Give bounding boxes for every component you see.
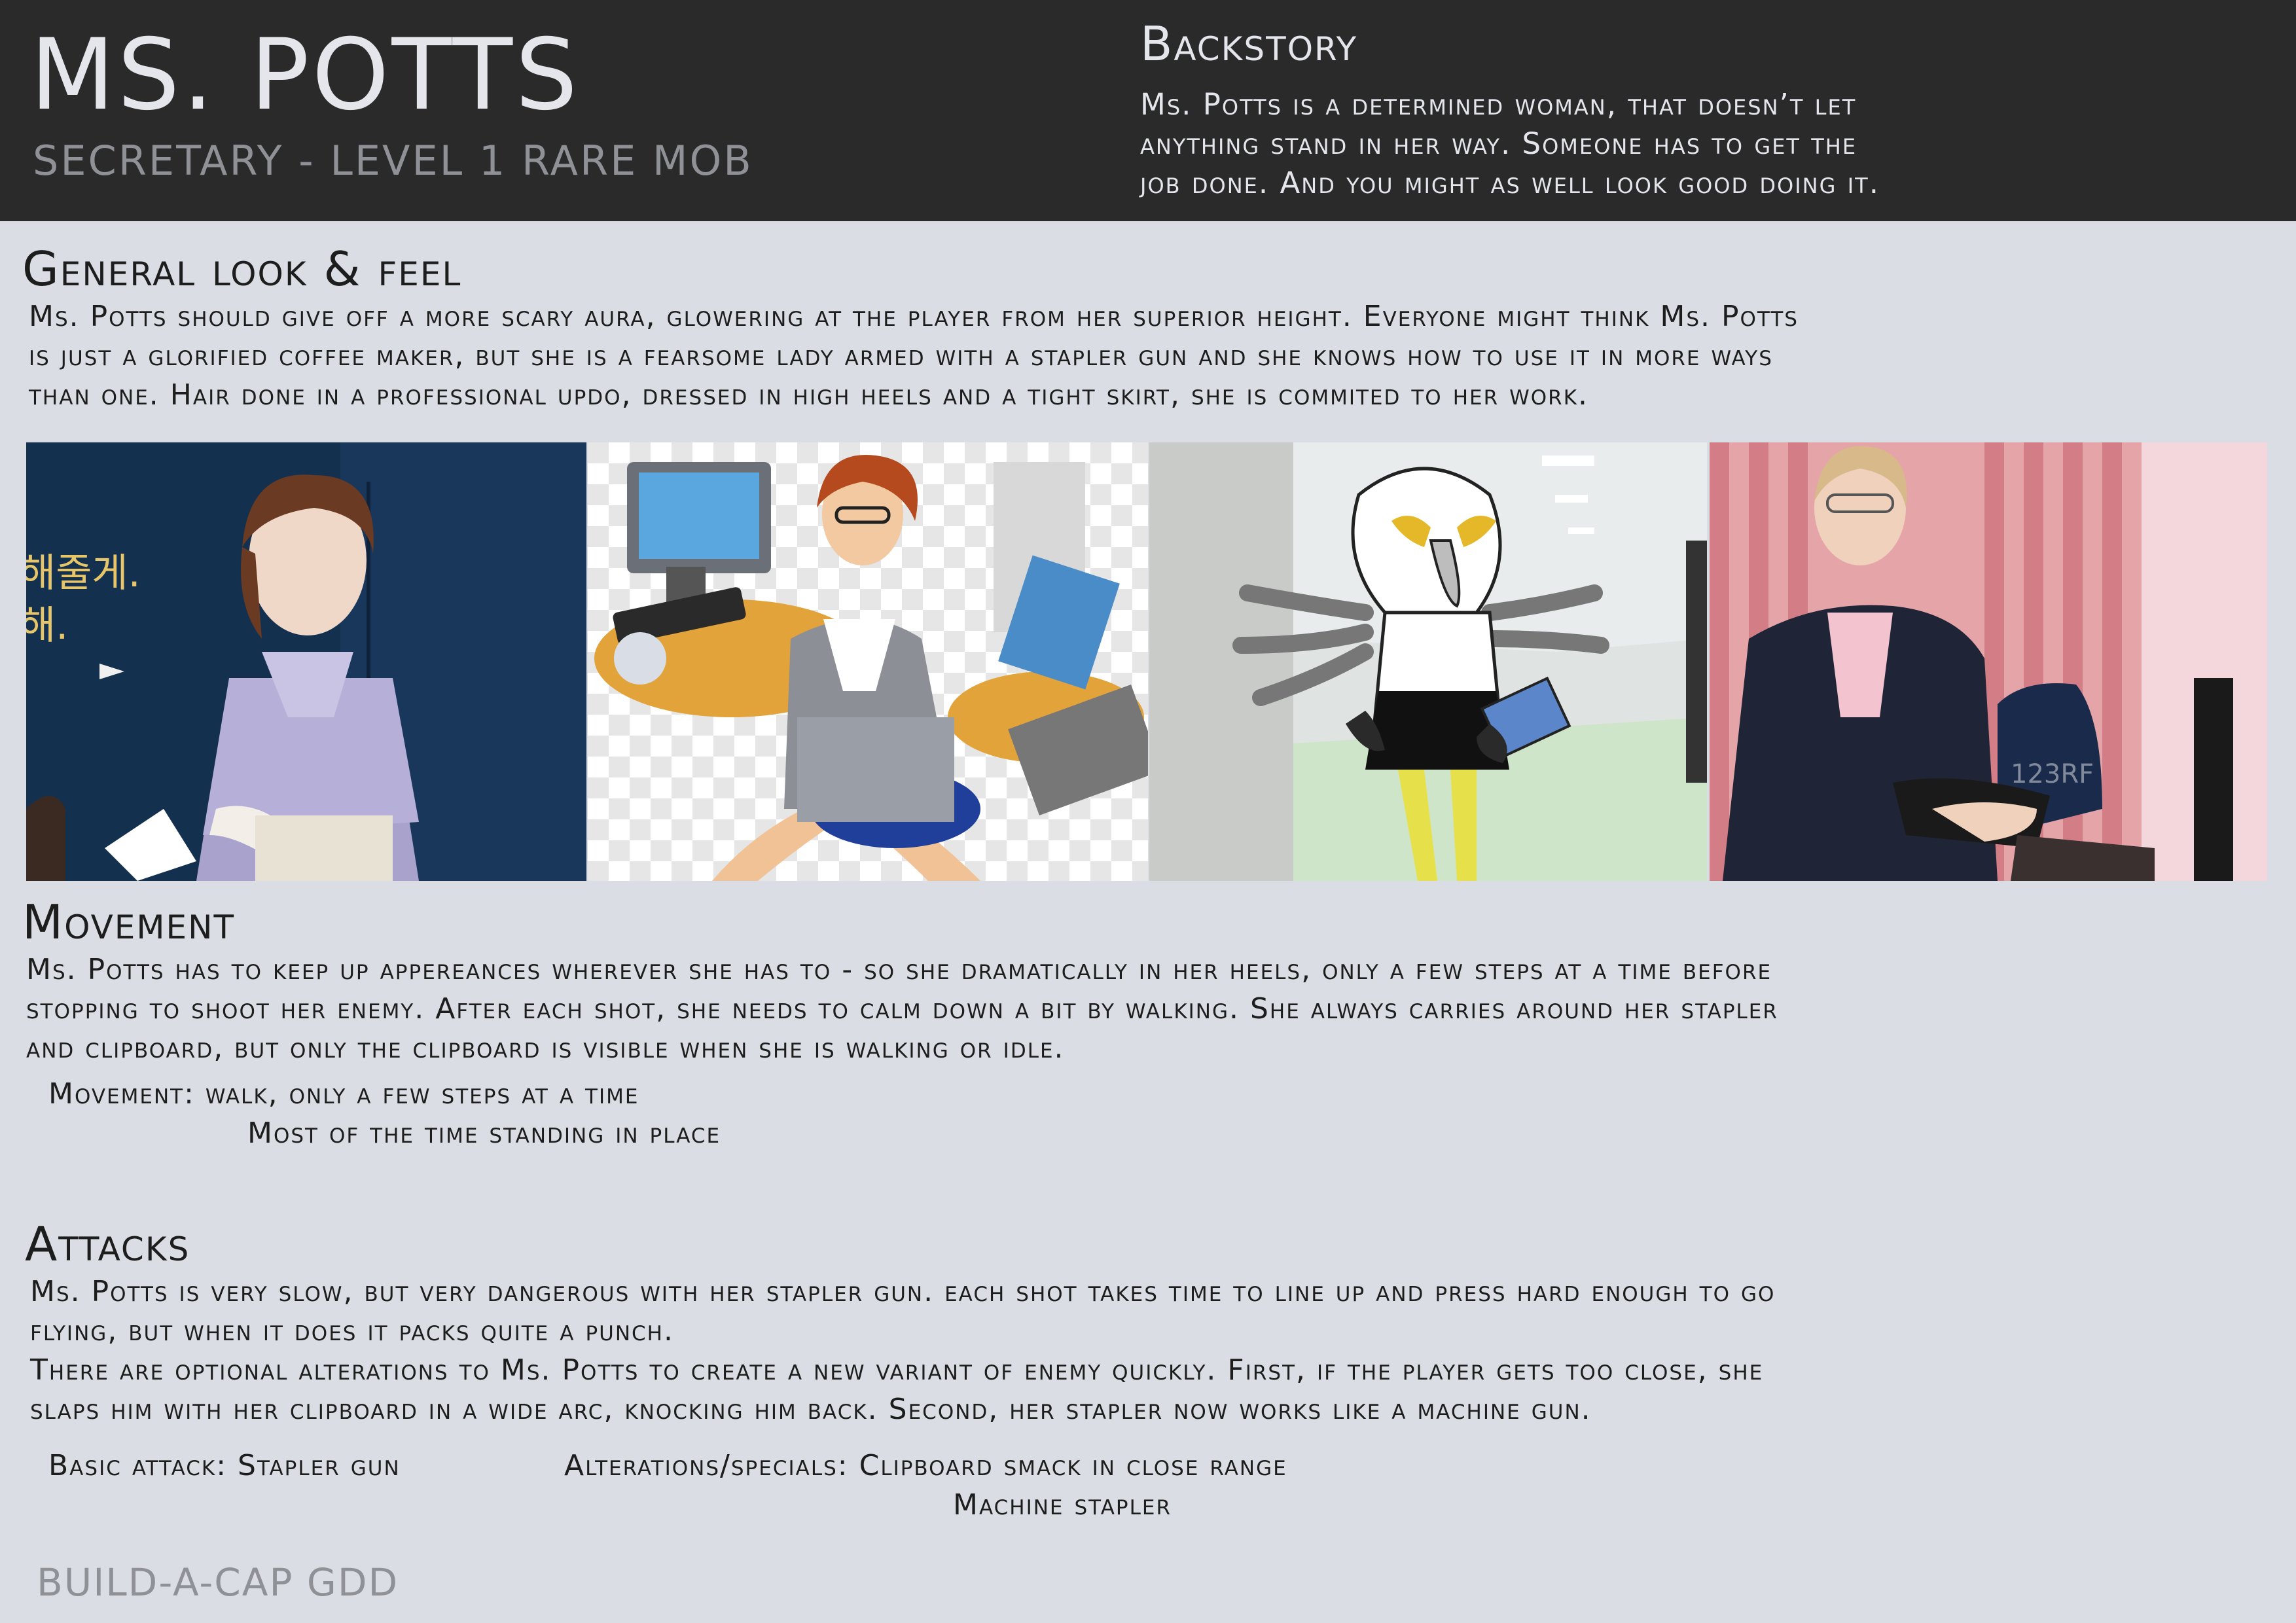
image1-text-1: 해줄게. [26,550,141,596]
attacks-text: Ms. Potts is very slow, but very dangero… [30,1275,1776,1426]
alterations: Alterations/specials: Clipboard smack in… [564,1449,1287,1482]
page-subtitle: SECRETARY - LEVEL 1 RARE MOB [33,137,753,185]
look-heading: General look & feel [22,241,462,296]
footer-label: BUILD-A-CAP GDD [37,1560,399,1605]
page-title: MS. POTTS [30,18,581,132]
movement-detail-line2: Most of the time standing in place [247,1116,721,1150]
reference-image-1: 해줄게. 해. [26,442,586,881]
reference-images: 해줄게. 해. 123RF [26,442,2267,881]
attacks-heading: Attacks [25,1217,190,1272]
header-bar: MS. POTTS SECRETARY - LEVEL 1 RARE MOB B… [0,0,2296,221]
reference-image-3 [1149,442,1707,881]
backstory-text: Ms. Potts is a determined woman, that do… [1140,87,1880,200]
alterations-line2: Machine stapler [953,1488,1172,1522]
look-text: Ms. Potts should give off a more scary a… [29,300,1799,412]
image4-watermark: 123RF [2011,759,2094,789]
movement-text: Ms. Potts has to keep up appereances whe… [26,953,1778,1065]
reference-image-4: 123RF [1710,442,2267,881]
image1-text-2: 해. [26,603,68,649]
reference-image-2 [588,442,1148,881]
movement-detail: Movement: walk, only a few steps at a ti… [48,1077,639,1111]
movement-heading: Movement [22,895,236,950]
backstory-heading: Backstory [1140,16,1358,71]
basic-attack: Basic attack: Stapler gun [48,1449,401,1482]
